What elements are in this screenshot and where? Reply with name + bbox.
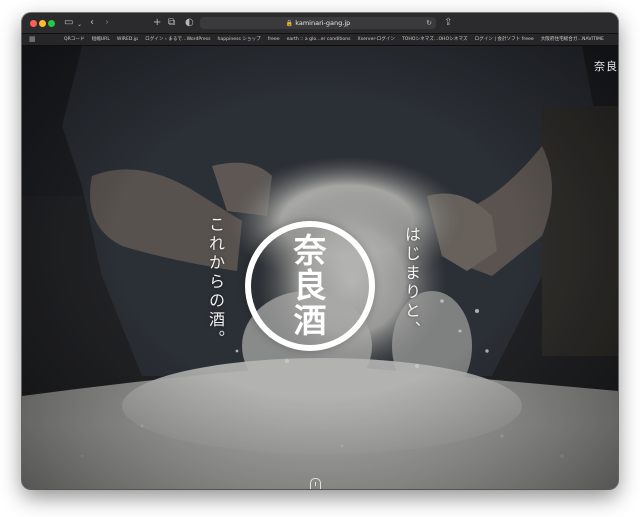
logo-char-1: 奈	[293, 231, 327, 270]
scroll-wheel	[315, 482, 316, 486]
share-icon[interactable]: ⇪	[444, 17, 452, 29]
privacy-shield-icon[interactable]: ◐	[185, 17, 194, 29]
bookmark-item[interactable]: happiness ショップ	[218, 34, 261, 45]
tagline-right: はじまりと、	[402, 226, 421, 340]
bookmark-item[interactable]: TOHOシネマズ…OHOシネマズ	[402, 34, 468, 45]
nara-sake-logo: 奈 良 酒	[245, 221, 377, 353]
back-arrow-icon[interactable]: ‹	[90, 17, 94, 29]
logo-char-3: 酒	[293, 301, 327, 340]
bookmark-item[interactable]: 短縮URL	[92, 34, 110, 45]
browser-toolbar: ▭ ⌄ ‹ › + ⧉ ◐ 🔒 kaminari-gang.jp ↻ ⇪	[22, 13, 618, 34]
bookmark-item[interactable]: Xserver-ログイン	[358, 34, 395, 45]
bookmark-item[interactable]: WIRED.jp	[117, 34, 138, 45]
close-window-button[interactable]	[30, 20, 37, 27]
bookmark-item[interactable]: earth :: a glo…er conditions	[287, 34, 351, 45]
zoom-window-button[interactable]	[48, 20, 55, 27]
sidebar-toggle-icon[interactable]: ▭	[64, 17, 73, 29]
bookmark-item[interactable]: ログイン ‹ まるで…WordPress	[145, 34, 210, 45]
bookmark-item[interactable]: QRコード	[64, 34, 85, 45]
bookmark-item[interactable]: 大阪府住宅総合ガ…NAVITIME	[541, 34, 604, 45]
bookmarks-list: QRコード 短縮URL WIRED.jp ログイン ‹ まるで…WordPress ha…	[64, 34, 611, 45]
bookmark-item[interactable]: freee	[268, 34, 280, 45]
logo-text: 奈 良 酒	[245, 233, 375, 338]
reload-icon[interactable]: ↻	[426, 17, 432, 29]
grid-icon[interactable]: ▦	[29, 35, 36, 44]
hero-section: 奈良 これからの酒。 はじまりと、 奈 良 酒	[22, 46, 618, 489]
tab-overview-icon[interactable]: ⧉	[168, 17, 175, 29]
address-bar-text: 🔒 kaminari-gang.jp	[200, 17, 436, 30]
logo-char-2: 良	[293, 266, 327, 305]
forward-arrow-icon[interactable]: ›	[105, 17, 109, 29]
bookmarks-bar: ▦ QRコード 短縮URL WIRED.jp ログイン ‹ まるで…WordPress…	[22, 34, 618, 46]
lock-icon: 🔒	[285, 20, 294, 27]
address-bar[interactable]: 🔒 kaminari-gang.jp ↻	[200, 17, 436, 29]
url-label: kaminari-gang.jp	[295, 19, 351, 27]
tagline-left: これからの酒。	[206, 216, 225, 349]
minimize-window-button[interactable]	[39, 20, 46, 27]
new-tab-plus-icon[interactable]: +	[153, 17, 161, 29]
top-right-site-mark[interactable]: 奈良	[594, 58, 618, 74]
chevron-down-icon[interactable]: ⌄	[77, 19, 82, 31]
browser-window: ▭ ⌄ ‹ › + ⧉ ◐ 🔒 kaminari-gang.jp ↻ ⇪ ▦ QR…	[22, 13, 618, 489]
scroll-indicator-icon[interactable]	[310, 478, 321, 489]
bookmark-item[interactable]: ログイン | 会計ソフト freee	[475, 34, 534, 45]
